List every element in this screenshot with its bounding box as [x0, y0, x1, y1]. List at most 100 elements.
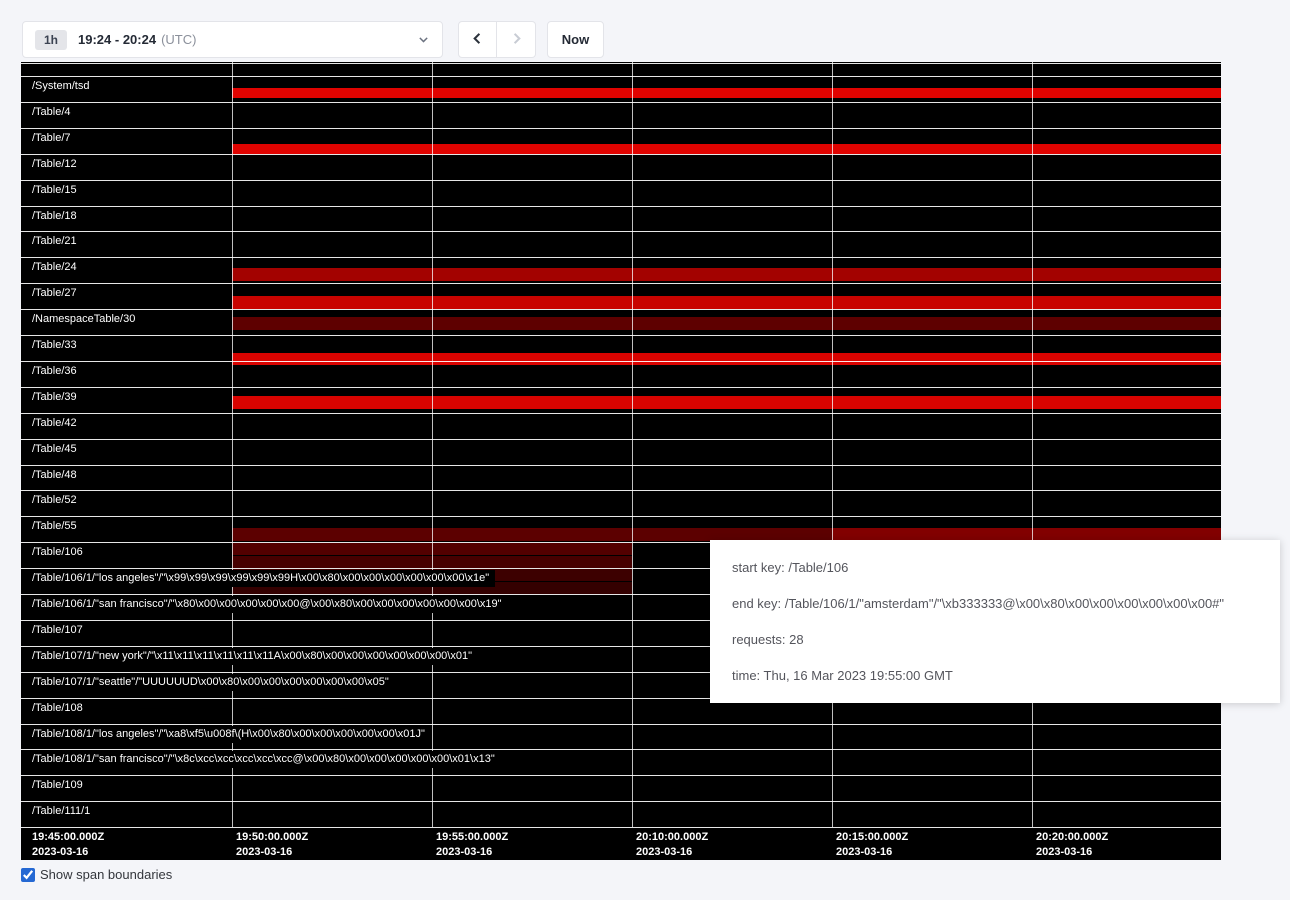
- now-button[interactable]: Now: [547, 21, 604, 58]
- span-boundary-line: [21, 231, 1221, 232]
- time-axis-tick: 19:55:00.000Z2023-03-16: [436, 830, 508, 860]
- heatmap-row-label: /Table/52: [21, 492, 83, 509]
- span-boundary-line: [21, 128, 1221, 129]
- tick-date: 2023-03-16: [236, 845, 308, 860]
- span-boundary-line: [21, 749, 1221, 750]
- heatmap-row-label: /Table/55: [21, 518, 83, 535]
- span-boundary-line: [21, 335, 1221, 336]
- tick-time: 19:45:00.000Z: [32, 830, 104, 845]
- heatmap-row-label: /System/tsd: [21, 78, 95, 95]
- show-span-boundaries-label: Show span boundaries: [40, 867, 172, 882]
- show-span-boundaries-checkbox[interactable]: [21, 868, 35, 882]
- heatmap-row-label: /Table/107/1/"new york"/"\x11\x11\x11\x1…: [21, 648, 478, 665]
- heatmap-row-label: /Table/108: [21, 700, 89, 717]
- span-boundary-line: [21, 827, 1221, 828]
- span-boundary-line: [21, 439, 1221, 440]
- heatmap-activity-band[interactable]: [232, 353, 1221, 365]
- heatmap-row-label: /Table/108/1/"los angeles"/"\xa8\xf5\u00…: [21, 726, 431, 743]
- heatmap-row-label: /Table/39: [21, 389, 83, 406]
- heatmap-row-label: /Table/27: [21, 285, 83, 302]
- heatmap-row-label: /Table/45: [21, 441, 83, 458]
- range-label: 19:24 - 20:24: [78, 32, 156, 47]
- time-gridline: [232, 62, 233, 827]
- show-span-boundaries-control[interactable]: Show span boundaries: [21, 867, 172, 882]
- span-boundary-line: [21, 206, 1221, 207]
- span-boundary-line: [21, 309, 1221, 310]
- span-boundary-line: [21, 387, 1221, 388]
- chevron-right-icon: [509, 31, 524, 49]
- time-range-selector[interactable]: 1h 19:24 - 20:24 (UTC): [22, 21, 443, 58]
- time-axis-tick: 20:10:00.000Z2023-03-16: [636, 830, 708, 860]
- span-boundary-line: [21, 283, 1221, 284]
- heatmap-row-label: /Table/106: [21, 544, 89, 561]
- heatmap-row-label: /Table/12: [21, 156, 83, 173]
- next-range-button[interactable]: [497, 21, 536, 58]
- heatmap-row-label: /Table/4: [21, 104, 77, 121]
- chevron-left-icon: [470, 31, 485, 49]
- span-boundary-line: [21, 361, 1221, 362]
- heatmap-row-label: /Table/106/1/"los angeles"/"\x99\x99\x99…: [21, 570, 495, 587]
- tick-time: 20:15:00.000Z: [836, 830, 908, 845]
- span-boundary-line: [21, 63, 1221, 64]
- span-boundary-line: [21, 801, 1221, 802]
- heatmap-activity-band[interactable]: [232, 144, 1221, 154]
- span-boundary-line: [21, 76, 1221, 77]
- time-gridline: [632, 62, 633, 827]
- span-boundary-line: [21, 102, 1221, 103]
- heatmap-activity-band[interactable]: [232, 296, 1221, 309]
- time-axis-tick: 20:20:00.000Z2023-03-16: [1036, 830, 1108, 860]
- heatmap-activity-band[interactable]: [232, 396, 1221, 409]
- tooltip-requests: requests: 28: [732, 632, 1258, 647]
- tick-date: 2023-03-16: [636, 845, 708, 860]
- heatmap-row-label: /Table/36: [21, 363, 83, 380]
- heatmap-row-label: /Table/18: [21, 208, 83, 225]
- heatmap-row-label: /Table/33: [21, 337, 83, 354]
- tick-date: 2023-03-16: [836, 845, 908, 860]
- heatmap-row-label: /Table/48: [21, 467, 83, 484]
- span-boundary-line: [21, 724, 1221, 725]
- chevron-down-icon: [417, 33, 430, 46]
- heatmap-row-label: /Table/42: [21, 415, 83, 432]
- heatmap-row-label: /Table/107/1/"seattle"/"UUUUUUD\x00\x80\…: [21, 674, 395, 691]
- heatmap-activity-band[interactable]: [232, 88, 1221, 98]
- tooltip-time: time: Thu, 16 Mar 2023 19:55:00 GMT: [732, 668, 1258, 683]
- span-boundary-line: [21, 516, 1221, 517]
- tick-time: 19:55:00.000Z: [436, 830, 508, 845]
- tick-date: 2023-03-16: [1036, 845, 1108, 860]
- heatmap-activity-band[interactable]: [232, 268, 1221, 281]
- heatmap-row-label: /Table/24: [21, 259, 83, 276]
- tick-time: 20:10:00.000Z: [636, 830, 708, 845]
- heatmap-row-label: /Table/7: [21, 130, 77, 147]
- tick-time: 20:20:00.000Z: [1036, 830, 1108, 845]
- tooltip-end-key: end key: /Table/106/1/"amsterdam"/"\xb33…: [732, 596, 1258, 611]
- time-gridline: [832, 62, 833, 827]
- tick-date: 2023-03-16: [32, 845, 104, 860]
- heatmap-activity-band[interactable]: [232, 317, 1221, 330]
- toolbar: 1h 19:24 - 20:24 (UTC) Now: [22, 21, 604, 58]
- tick-time: 19:50:00.000Z: [236, 830, 308, 845]
- heatmap-row-label: /Table/21: [21, 233, 83, 250]
- heatmap-row-label: /Table/107: [21, 622, 89, 639]
- span-boundary-line: [21, 257, 1221, 258]
- span-boundary-line: [21, 465, 1221, 466]
- time-axis-tick: 20:15:00.000Z2023-03-16: [836, 830, 908, 860]
- span-boundary-line: [21, 413, 1221, 414]
- hover-tooltip: start key: /Table/106 end key: /Table/10…: [710, 540, 1280, 703]
- time-gridline: [432, 62, 433, 827]
- key-visualizer-canvas[interactable]: /System/tsd/Table/4/Table/7/Table/12/Tab…: [21, 62, 1221, 860]
- time-axis-tick: 19:45:00.000Z2023-03-16: [32, 830, 104, 860]
- range-duration-badge: 1h: [35, 30, 67, 50]
- span-boundary-line: [21, 775, 1221, 776]
- heatmap-row-label: /Table/108/1/"san francisco"/"\x8c\xcc\x…: [21, 751, 501, 768]
- range-timezone: (UTC): [161, 32, 196, 47]
- heatmap-row-label: /Table/106/1/"san francisco"/"\x80\x00\x…: [21, 596, 508, 613]
- span-boundary-line: [21, 490, 1221, 491]
- tooltip-start-key: start key: /Table/106: [732, 560, 1258, 575]
- heatmap-row-label: /Table/109: [21, 777, 89, 794]
- heatmap-row-label: /NamespaceTable/30: [21, 311, 141, 328]
- time-axis-tick: 19:50:00.000Z2023-03-16: [236, 830, 308, 860]
- tick-date: 2023-03-16: [436, 845, 508, 860]
- time-gridline: [1032, 62, 1033, 827]
- prev-range-button[interactable]: [458, 21, 497, 58]
- span-boundary-line: [21, 180, 1221, 181]
